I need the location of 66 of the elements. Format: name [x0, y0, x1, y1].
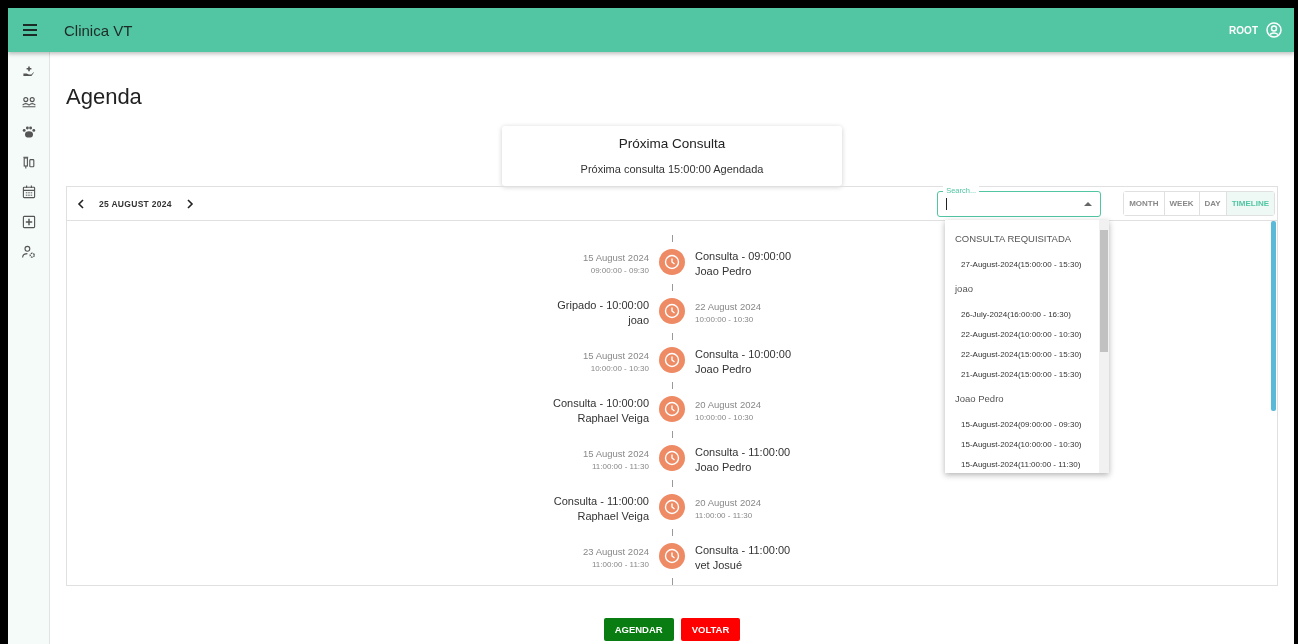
dropdown-option[interactable]: 15-August-2024(11:00:00 - 11:30): [945, 454, 1099, 473]
next-icon[interactable]: [185, 198, 194, 209]
back-button[interactable]: VOLTAR: [680, 618, 741, 641]
patient-name: Raphael Veiga: [577, 510, 649, 522]
event-date: 23 August 2024: [582, 546, 649, 557]
clock-icon: [659, 395, 685, 422]
event-title[interactable]: Consulta - 10:00:00: [695, 348, 791, 360]
current-date[interactable]: 25 AUGUST 2024: [99, 198, 172, 209]
page-title: Agenda: [66, 84, 142, 110]
app-title: Clinica VT: [64, 21, 134, 39]
event-date: 20 August 2024: [695, 399, 762, 410]
clock-icon: [659, 542, 685, 569]
vials-icon[interactable]: [20, 154, 37, 170]
event-time: 10:00:00 - 10:30: [695, 413, 754, 422]
event-time: 09:00:00 - 09:30: [590, 266, 649, 275]
dropdown-option[interactable]: 26-July-2024(16:00:00 - 16:30): [945, 304, 1099, 324]
event-time: 11:00:00 - 11:30: [591, 560, 649, 569]
group-header: Joao Pedro: [954, 392, 1005, 406]
user-gear-icon[interactable]: [20, 244, 37, 260]
event-date: 15 August 2024: [582, 350, 649, 361]
menu-icon[interactable]: [22, 24, 38, 36]
event-time: 10:00:00 - 10:30: [590, 364, 649, 373]
previous-icon[interactable]: [77, 198, 85, 209]
group-header: joao: [953, 282, 974, 296]
event-date: 22 August 2024: [695, 301, 762, 312]
card-title: Próxima Consulta: [618, 136, 726, 151]
scrollbar[interactable]: [1099, 220, 1109, 473]
event-title[interactable]: Consulta - 11:00:00: [695, 446, 791, 458]
event-date: 15 August 2024: [582, 448, 649, 459]
event-title[interactable]: Consulta - 10:00:00: [553, 397, 649, 409]
patient-name: Joao Pedro: [695, 461, 752, 473]
patient-name: Joao Pedro: [695, 265, 752, 277]
patient-name: vet Josué: [695, 559, 743, 571]
clock-icon: [659, 444, 685, 471]
card-text: Próxima consulta 15:00:00 Agendada: [580, 163, 764, 175]
plus-box-icon[interactable]: [20, 214, 37, 230]
caret-icon[interactable]: [1084, 201, 1093, 206]
clock-icon: [659, 297, 685, 324]
dropdown-option[interactable]: 15-August-2024(09:00:00 - 09:30): [945, 414, 1099, 434]
clock-icon: [659, 346, 685, 373]
view-tab[interactable]: MONTH: [1124, 192, 1165, 215]
event-title[interactable]: Consulta - 11:00:00: [553, 495, 649, 507]
patient-name: Raphael Veiga: [577, 412, 649, 424]
dropdown-option[interactable]: 22-August-2024(10:00:00 - 10:30): [945, 324, 1099, 344]
patient-name: Joao Pedro: [695, 363, 752, 375]
event-date: 15 August 2024: [582, 252, 649, 263]
calendar-icon[interactable]: [20, 184, 37, 200]
schedule-button[interactable]: AGENDAR: [603, 618, 674, 641]
dropdown-option[interactable]: 15-August-2024(10:00:00 - 10:30): [945, 434, 1099, 454]
event-title[interactable]: Gripado - 10:00:00: [557, 299, 649, 311]
dropdown-option[interactable]: 21-August-2024(15:00:00 - 15:30): [945, 364, 1099, 384]
event-title[interactable]: Consulta - 11:00:00: [695, 544, 791, 556]
clock-icon: [659, 493, 685, 520]
people-icon[interactable]: [20, 94, 37, 110]
dropdown-option[interactable]: 22-August-2024(15:00:00 - 15:30): [945, 344, 1099, 364]
patient-name: joao: [628, 314, 649, 326]
event-date: 20 August 2024: [695, 497, 762, 508]
clock-icon: [659, 248, 685, 275]
event-time: 11:00:00 - 11:30: [591, 462, 649, 471]
paw-icon[interactable]: [20, 124, 37, 140]
group-header: CONSULTA REQUISITADA: [954, 232, 1073, 246]
event-time: 11:00:00 - 11:30: [695, 511, 753, 520]
scrollbar[interactable]: [1271, 221, 1276, 411]
event-title[interactable]: Consulta - 09:00:00: [695, 250, 791, 262]
dropdown-option[interactable]: 27-August-2024(15:00:00 - 15:30): [945, 254, 1099, 274]
event-time: 10:00:00 - 10:30: [695, 315, 754, 324]
